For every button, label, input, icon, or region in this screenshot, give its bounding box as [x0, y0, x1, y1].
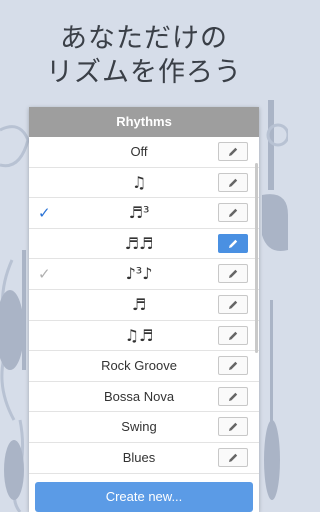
rhythm-label: ♪³♪ — [125, 264, 153, 284]
rhythm-row[interactable]: ♬♬ — [29, 229, 259, 260]
pencil-icon — [229, 178, 238, 187]
rhythm-row[interactable]: Rock Groove — [29, 351, 259, 382]
rhythm-label: Off — [130, 144, 148, 159]
pencil-icon — [229, 453, 238, 462]
pencil-icon — [229, 423, 238, 432]
edit-button[interactable] — [218, 294, 248, 314]
edit-button[interactable] — [218, 386, 248, 406]
edit-button[interactable] — [218, 325, 248, 345]
headline: あなただけの リズムを作ろう — [0, 22, 288, 90]
rhythm-row[interactable]: ✓ ♪³♪ — [29, 259, 259, 290]
edit-button[interactable] — [218, 264, 248, 284]
pencil-icon — [229, 331, 238, 340]
edit-button[interactable] — [218, 417, 248, 437]
rhythm-row[interactable]: ♬ — [29, 290, 259, 321]
rhythm-list: Off ♫ ✓ ♬³ ♬♬ ✓ ♪³♪ ♬ ♫♬ Rock Groove Bossa Nova Swi… — [29, 137, 259, 474]
rhythm-row[interactable]: ✓ ♬³ — [29, 198, 259, 229]
edit-button[interactable] — [218, 233, 248, 253]
headline-line-1: あなただけの — [60, 23, 228, 54]
checkmark-icon: ✓ — [38, 265, 51, 284]
create-new-button[interactable]: Create new... — [35, 482, 253, 512]
rhythm-label: Swing — [121, 419, 157, 435]
pencil-icon — [229, 208, 238, 218]
rhythm-label: Blues — [122, 449, 156, 465]
rhythm-label: Rock Groove — [101, 358, 177, 374]
rhythm-row[interactable]: Swing — [29, 412, 259, 443]
checkmark-icon: ✓ — [38, 204, 51, 223]
pencil-icon — [229, 239, 238, 248]
edit-button[interactable] — [218, 356, 248, 376]
rhythm-label: ♬ — [131, 294, 147, 314]
pencil-icon — [229, 300, 238, 309]
rhythm-row[interactable]: Bossa Nova — [29, 382, 259, 413]
rhythm-label: Bossa Nova — [103, 388, 175, 404]
rhythms-panel: Rhythms Off ♫ ✓ ♬³ ♬♬ ✓ ♪³♪ ♬ ♫♬ Rock Groove Bossa… — [29, 107, 259, 512]
rhythm-row[interactable]: ♫ — [29, 168, 259, 199]
rhythm-label: ♫ — [131, 172, 147, 192]
edit-button[interactable] — [218, 142, 248, 161]
headline-line-2: リズムを作ろう — [46, 57, 242, 88]
rhythm-label: ♬♬ — [124, 233, 154, 253]
pencil-icon — [229, 270, 238, 279]
panel-title: Rhythms — [29, 107, 259, 137]
scrollbar[interactable] — [255, 163, 258, 353]
pencil-icon — [229, 392, 238, 401]
rhythm-label: ♬³ — [128, 203, 150, 223]
edit-button[interactable] — [218, 172, 248, 192]
edit-button[interactable] — [218, 447, 248, 467]
rhythm-label: ♫♬ — [124, 325, 154, 345]
rhythm-row[interactable]: ♫♬ — [29, 321, 259, 352]
pencil-icon — [229, 147, 238, 156]
pencil-icon — [229, 361, 238, 371]
rhythm-row[interactable]: Blues — [29, 443, 259, 474]
edit-button[interactable] — [218, 203, 248, 223]
rhythm-row[interactable]: Off — [29, 137, 259, 168]
